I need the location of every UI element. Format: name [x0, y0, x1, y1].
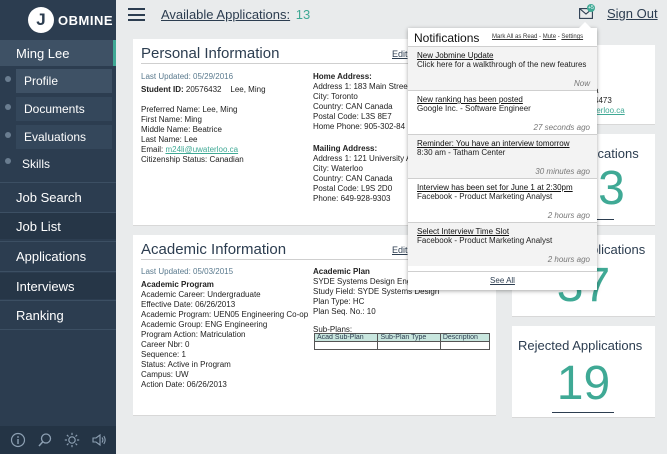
notification-item[interactable]: Interview has been set for June 1 at 2:3… — [408, 178, 597, 222]
bullet-icon — [5, 158, 11, 164]
academic-program: Academic Program Academic Career: Underg… — [141, 280, 309, 389]
edit-academic-link[interactable]: Edit — [392, 245, 408, 255]
sidebar-user-name[interactable]: Ming Lee — [0, 40, 116, 66]
sidebar-item-documents[interactable]: Documents — [16, 97, 112, 121]
notification-item[interactable]: Select Interview Time Slot Facebook - Pr… — [408, 222, 597, 266]
divider — [408, 271, 597, 272]
notification-item[interactable]: Reminder: You have an interview tomorrow… — [408, 134, 597, 178]
sidebar-divider — [0, 329, 116, 330]
academic-program-title: Academic Program — [141, 280, 214, 289]
available-applications-count: 13 — [295, 7, 311, 22]
email-row: Email: m24li@uwaterloo.ca — [141, 145, 239, 154]
settings-link[interactable]: Settings — [561, 34, 583, 40]
home-address: Home Address: Address 1: 183 Main Stree … — [313, 72, 408, 131]
menu-icon[interactable] — [128, 8, 145, 21]
column-header: Description — [439, 333, 491, 342]
notification-item[interactable]: New Jobmine Update Click here for a walk… — [408, 46, 597, 90]
home-address-title: Home Address: — [313, 72, 372, 81]
last-name: Last Name: Lee — [141, 135, 198, 144]
sub-plans-table: Acad Sub-Plan Sub-Plan Type Description — [313, 333, 491, 350]
personal-details: Student ID: 20576432 Lee, Ming Preferred… — [141, 85, 266, 165]
preferred-name: Preferred Name: Lee, Ming — [141, 105, 238, 114]
sidebar-divider — [0, 182, 116, 183]
sidebar-item-job-search[interactable]: Job Search — [0, 184, 116, 210]
card-title: Personal Information — [141, 45, 280, 62]
column-header: Acad Sub-Plan — [313, 333, 379, 342]
sidebar-item-interviews[interactable]: Interviews — [0, 273, 116, 299]
sidebar-item-evaluations[interactable]: Evaluations — [16, 125, 112, 149]
sidebar-item-applications[interactable]: Applications — [0, 243, 116, 269]
rejected-applications-card[interactable]: Rejected Applications 19 — [512, 326, 655, 418]
column-header: Sub-Plan Type — [377, 333, 441, 342]
mailing-address-title: Mailing Address: — [313, 144, 378, 153]
table-row — [313, 341, 491, 350]
mute-link[interactable]: Mute — [543, 34, 556, 40]
bullet-icon — [5, 132, 11, 138]
available-applications-link[interactable]: Available Applications: 13 — [161, 7, 310, 22]
mark-all-read-link[interactable]: Mark All as Read — [492, 34, 537, 40]
sidebar-divider — [0, 300, 116, 301]
notifications-dropdown: Notifications Mark All as Read - Mute - … — [408, 22, 597, 290]
card-title: Rejected Applications — [518, 338, 643, 353]
info-icon[interactable] — [8, 430, 28, 450]
last-updated: Last Updated: 05/03/2015 — [141, 267, 234, 276]
student-id-row: Student ID: 20576432 Lee, Ming — [141, 85, 266, 94]
middle-name: Middle Name: Beatrice — [141, 125, 222, 134]
volume-icon[interactable] — [89, 430, 109, 450]
divider — [552, 412, 614, 413]
sign-out-link[interactable]: Sign Out — [607, 6, 658, 21]
rejected-count: 19 — [556, 357, 611, 410]
sidebar-item-profile[interactable]: Profile — [16, 69, 112, 93]
email-link[interactable]: m24li@uwaterloo.ca — [165, 145, 238, 154]
logo-mark: J — [28, 7, 54, 33]
sidebar: J OBMINE Ming Lee Profile Documents Eval… — [0, 0, 116, 454]
sidebar-divider — [0, 271, 116, 272]
available-applications-label: Available Applications: — [161, 7, 291, 22]
sidebar-footer — [0, 426, 116, 454]
search-icon[interactable] — [35, 430, 55, 450]
sidebar-item-job-list[interactable]: Job List — [0, 213, 116, 239]
bullet-icon — [5, 104, 11, 110]
logo-text: OBMINE — [58, 12, 113, 28]
see-all-link[interactable]: See All — [408, 276, 597, 285]
jobmine-logo[interactable]: J OBMINE — [28, 5, 113, 35]
bullet-icon — [5, 76, 11, 82]
notifications-title: Notifications — [414, 31, 480, 45]
sidebar-divider — [0, 241, 116, 242]
dropdown-caret — [579, 22, 591, 28]
sidebar-item-ranking[interactable]: Ranking — [0, 302, 116, 328]
last-updated: Last Updated: 05/29/2016 — [141, 72, 234, 81]
citizenship: Citizenship Status: Canadian — [141, 155, 244, 164]
edit-personal-link[interactable]: Edit — [392, 49, 408, 59]
mailing-address: Mailing Address: Address 1: 121 Universi… — [313, 144, 412, 203]
notification-actions: Mark All as Read - Mute - Settings — [492, 34, 584, 40]
first-name: First Name: Ming — [141, 115, 202, 124]
notification-badge: +5 — [587, 4, 595, 12]
brightness-icon[interactable] — [62, 430, 82, 450]
notification-item[interactable]: New ranking has been posted Google Inc. … — [408, 90, 597, 134]
sidebar-item-skills[interactable]: Skills — [14, 152, 110, 176]
contact-fragment: a 4473 terloo.ca — [594, 86, 625, 115]
card-title: Academic Information — [141, 241, 287, 258]
